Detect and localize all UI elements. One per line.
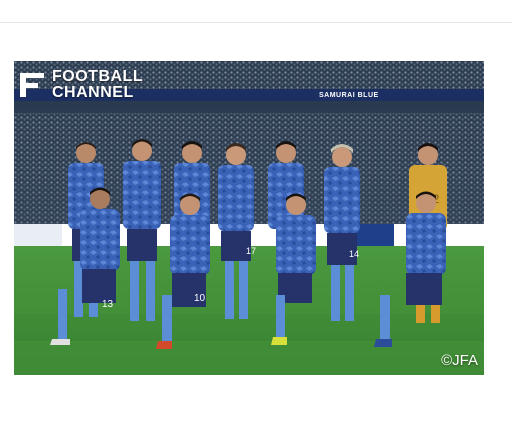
jersey-number-14: 14 [349, 249, 359, 259]
team-photo: 17 14 12 [14, 61, 484, 375]
logo-line-1: FOOTBALL [52, 68, 144, 85]
jersey-number-13: 13 [102, 299, 114, 310]
top-divider [0, 22, 512, 23]
jersey-number-17: 17 [246, 246, 256, 256]
team-photo-graphic: 17 14 12 [14, 61, 484, 375]
logo-mark-icon [20, 73, 44, 97]
jersey-number-10: 10 [194, 293, 206, 304]
stadium-banner-text: SAMURAI BLUE [319, 92, 379, 99]
photo-credit: ©JFA [441, 352, 478, 369]
logo-line-2: CHANNEL [52, 84, 134, 101]
football-channel-logo: FOOTBALL CHANNEL [18, 69, 143, 101]
